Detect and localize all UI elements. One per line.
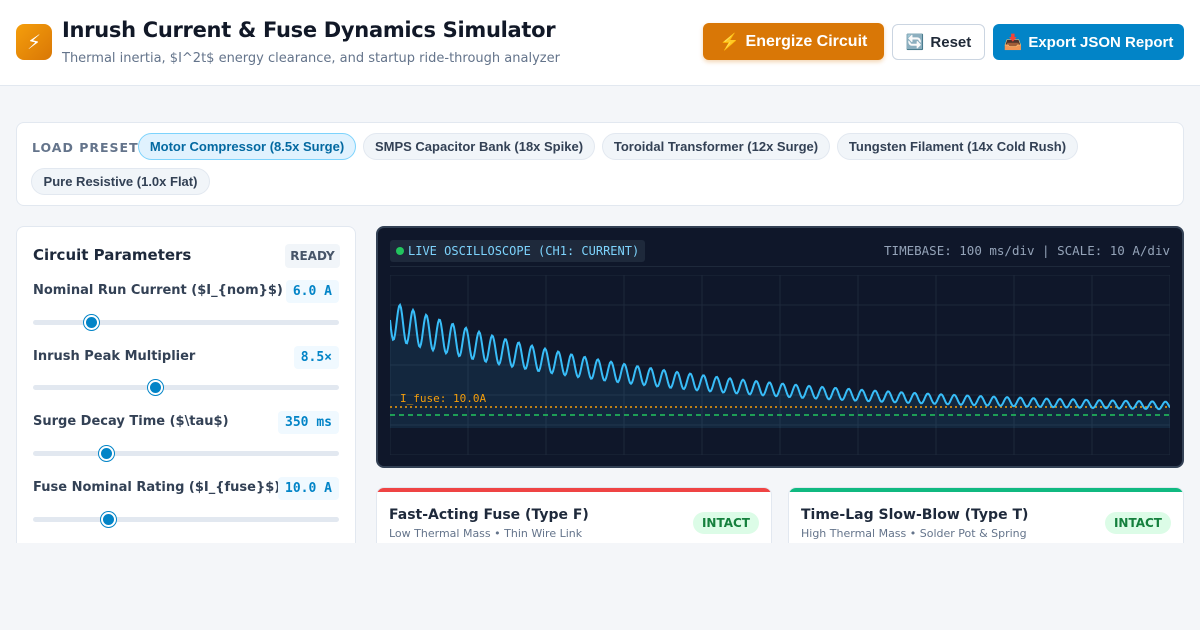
scope-divider xyxy=(390,266,1170,267)
fast-acting-fuse-description: Low Thermal Mass • Thin Wire Link xyxy=(389,527,583,540)
fuse-nominal-rating-slider[interactable] xyxy=(33,512,339,527)
load-preset-label: LOAD PRESET: xyxy=(32,140,144,155)
nominal-run-current-slider[interactable] xyxy=(33,315,339,330)
inrush-peak-multiplier-slider[interactable] xyxy=(33,380,339,395)
export-json-report-label: Export JSON Report xyxy=(1028,33,1174,51)
time-lag-slow-blow-fuse-card: Time-Lag Slow-Blow (Type T) High Thermal… xyxy=(788,487,1184,543)
surge-decay-time-label: Surge Decay Time ($\tau$) xyxy=(33,414,229,429)
inrush-peak-multiplier-value: 8.5× xyxy=(293,346,339,369)
fast-acting-fuse-card: Fast-Acting Fuse (Type F) Low Thermal Ma… xyxy=(376,487,772,543)
preset-chip-motor-compressor[interactable]: Motor Compressor (8.5x Surge) xyxy=(138,133,356,160)
download-tray-icon: 📥 xyxy=(1003,34,1023,51)
timebase-scale-readout: TIMEBASE: 100 ms/div | SCALE: 10 A/div xyxy=(884,243,1170,258)
nominal-run-current-label: Nominal Run Current ($I_{nom}$) xyxy=(33,283,283,298)
inrush-peak-multiplier-label: Inrush Peak Multiplier xyxy=(33,349,196,364)
inrush-peak-multiplier-slider-thumb[interactable] xyxy=(148,380,164,395)
fuse-line-label: I_fuse: 10.0A xyxy=(400,392,486,405)
status-badge: READY xyxy=(285,244,340,268)
app-title: Inrush Current & Fuse Dynamics Simulator xyxy=(62,18,556,42)
refresh-icon: 🔄 xyxy=(905,34,925,51)
surge-decay-time-slider[interactable] xyxy=(33,446,339,461)
lightning-bolt-icon: ⚡ xyxy=(719,33,740,51)
load-preset-panel: LOAD PRESET: Motor Compressor (8.5x Surg… xyxy=(16,122,1184,206)
live-indicator-dot xyxy=(396,247,404,255)
live-oscilloscope-badge: LIVE OSCILLOSCOPE (CH1: CURRENT) xyxy=(390,240,646,262)
energize-circuit-label: Energize Circuit xyxy=(745,32,868,50)
app-header: ⚡ Inrush Current & Fuse Dynamics Simulat… xyxy=(0,0,1200,86)
lightning-bolt-icon: ⚡ xyxy=(16,24,52,60)
circuit-parameters-panel: Circuit Parameters READY Nominal Run Cur… xyxy=(16,226,356,543)
fast-acting-fuse-accent-bar xyxy=(377,488,771,492)
time-lag-fuse-description: High Thermal Mass • Solder Pot & Spring xyxy=(801,527,1027,540)
energize-circuit-button[interactable]: ⚡ Energize Circuit xyxy=(703,23,884,60)
nominal-run-current-slider-thumb[interactable] xyxy=(84,315,100,330)
preset-chip-pure-resistive[interactable]: Pure Resistive (1.0x Flat) xyxy=(31,168,210,195)
oscilloscope-display: I_fuse: 10.0A xyxy=(390,275,1170,455)
preset-chip-smps-capacitor-bank[interactable]: SMPS Capacitor Bank (18x Spike) xyxy=(363,133,595,160)
oscilloscope-panel: LIVE OSCILLOSCOPE (CH1: CURRENT) TIMEBAS… xyxy=(376,226,1184,468)
reset-button[interactable]: 🔄 Reset xyxy=(892,24,985,60)
time-lag-fuse-status-badge: INTACT xyxy=(1104,512,1171,534)
fast-acting-fuse-name: Fast-Acting Fuse (Type F) xyxy=(389,507,589,523)
surge-decay-time-value: 350 ms xyxy=(278,411,339,434)
surge-decay-time-slider-thumb[interactable] xyxy=(99,446,115,461)
preset-chip-toroidal-transformer[interactable]: Toroidal Transformer (12x Surge) xyxy=(602,133,830,160)
circuit-parameters-title: Circuit Parameters xyxy=(33,246,192,264)
time-lag-fuse-name: Time-Lag Slow-Blow (Type T) xyxy=(801,507,1029,523)
preset-chip-tungsten-filament[interactable]: Tungsten Filament (14x Cold Rush) xyxy=(837,133,1078,160)
reset-label: Reset xyxy=(930,33,972,51)
app-subtitle: Thermal inertia, $I^2t$ energy clearance… xyxy=(62,51,560,66)
live-oscilloscope-label: LIVE OSCILLOSCOPE (CH1: CURRENT) xyxy=(408,244,640,258)
fuse-nominal-rating-value: 10.0 A xyxy=(278,477,339,500)
time-lag-fuse-accent-bar xyxy=(789,488,1183,492)
fuse-nominal-rating-label: Fuse Nominal Rating ($I_{fuse}$) xyxy=(33,480,281,495)
fuse-nominal-rating-slider-thumb[interactable] xyxy=(100,512,116,527)
nominal-run-current-value: 6.0 A xyxy=(285,280,339,303)
export-json-report-button[interactable]: 📥 Export JSON Report xyxy=(993,24,1184,60)
fast-acting-fuse-status-badge: INTACT xyxy=(692,512,759,534)
